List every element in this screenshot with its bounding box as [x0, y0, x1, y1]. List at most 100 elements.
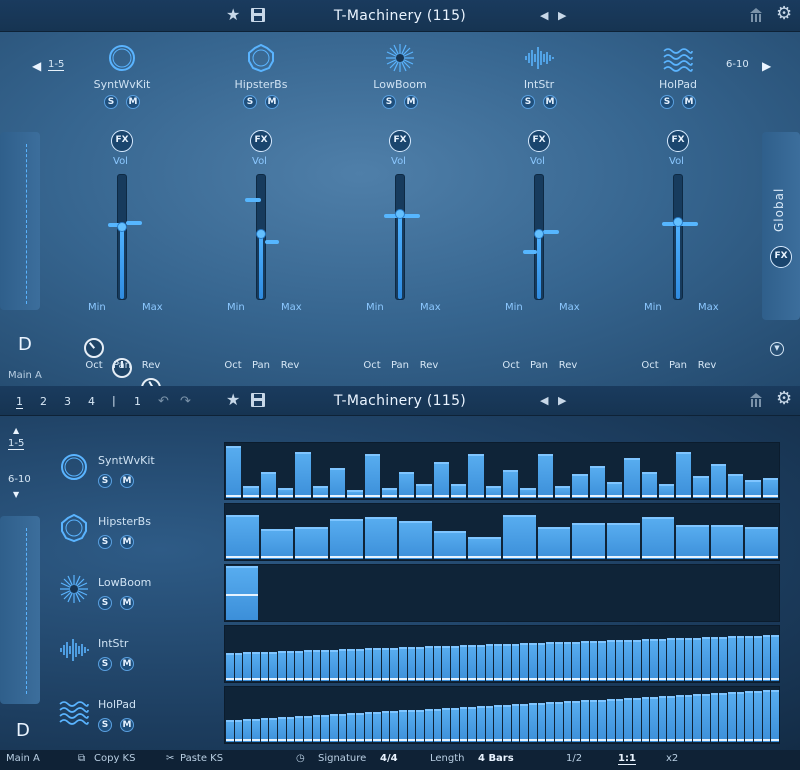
step-bar[interactable] [710, 637, 719, 681]
step-bar[interactable] [719, 693, 728, 742]
fader-marker[interactable] [543, 230, 559, 235]
step-bar[interactable] [676, 638, 684, 681]
step-bar[interactable] [485, 706, 494, 742]
step-bar[interactable] [606, 640, 615, 681]
step-bar[interactable] [528, 643, 537, 681]
page-down-label[interactable]: 6-10 [8, 474, 31, 485]
step-bar[interactable] [381, 488, 398, 498]
step-bar[interactable] [762, 478, 778, 498]
step-bar[interactable] [260, 472, 276, 498]
step-bar[interactable] [468, 645, 477, 681]
step-bar[interactable] [728, 692, 736, 742]
step-bar[interactable] [667, 696, 676, 742]
step-bar[interactable] [243, 486, 259, 498]
step-bar[interactable] [355, 649, 364, 681]
step-bar[interactable] [503, 644, 511, 681]
step-bar[interactable] [641, 517, 675, 559]
step-bar[interactable] [702, 637, 710, 681]
step-bar[interactable] [416, 647, 425, 681]
step-lane[interactable] [224, 503, 780, 561]
step-bar[interactable] [442, 646, 451, 681]
step-bar[interactable] [702, 694, 710, 742]
step-bar[interactable] [399, 647, 407, 681]
track-mute-button[interactable]: M [120, 535, 134, 549]
step-bar[interactable] [347, 649, 355, 681]
step-bar[interactable] [338, 649, 347, 681]
step-bar[interactable] [693, 476, 709, 498]
step-bar[interactable] [416, 710, 425, 742]
step-bar[interactable] [745, 480, 761, 498]
step-bar[interactable] [373, 712, 381, 742]
step-bar[interactable] [563, 642, 572, 681]
step-bar[interactable] [719, 637, 728, 681]
step-bar[interactable] [468, 537, 501, 559]
solo-button[interactable]: S [104, 95, 118, 109]
step-bar[interactable] [364, 454, 380, 498]
step-bar[interactable] [754, 691, 762, 742]
mute-button[interactable]: M [126, 95, 140, 109]
library-icon[interactable] [748, 6, 764, 27]
step-bar[interactable] [251, 719, 260, 742]
step-lane[interactable] [224, 442, 780, 500]
fader-knob[interactable] [673, 216, 683, 227]
step-bar[interactable] [226, 566, 258, 620]
step-bar[interactable] [226, 446, 242, 498]
step-bar[interactable] [407, 710, 416, 742]
page-right-arrow[interactable]: ▶ [762, 59, 771, 73]
next-preset-arrow-2[interactable]: ▶ [558, 394, 566, 407]
step-bar[interactable] [477, 645, 485, 681]
fx-button[interactable]: FX [389, 130, 411, 152]
step-bar[interactable] [624, 458, 640, 498]
step-bar[interactable] [658, 484, 675, 498]
step-bar[interactable] [606, 482, 623, 498]
mute-button[interactable]: M [265, 95, 279, 109]
step-bar[interactable] [451, 708, 459, 742]
global-fx-button[interactable]: FX [770, 246, 792, 268]
step-bar[interactable] [641, 697, 650, 742]
step-bar[interactable] [572, 523, 605, 559]
step-bar[interactable] [226, 515, 259, 559]
step-bar[interactable] [277, 488, 294, 498]
step-bar[interactable] [373, 648, 381, 681]
step-bar[interactable] [771, 690, 779, 742]
step-lane[interactable] [224, 686, 780, 744]
step-bar[interactable] [754, 636, 762, 681]
step-bar[interactable] [295, 452, 311, 498]
step-bar[interactable] [295, 716, 303, 742]
fx-button[interactable]: FX [528, 130, 550, 152]
step-bar[interactable] [364, 712, 373, 742]
step-bar[interactable] [728, 474, 744, 498]
step-bar[interactable] [693, 694, 702, 742]
solo-button[interactable]: S [382, 95, 396, 109]
signature-value[interactable]: 4/4 [380, 753, 398, 764]
step-bar[interactable] [277, 717, 286, 742]
track-solo-button[interactable]: S [98, 535, 112, 549]
step-bar[interactable] [589, 700, 598, 742]
page-up-label[interactable]: 1-5 [8, 438, 25, 450]
step-bar[interactable] [537, 703, 546, 742]
step-bar[interactable] [745, 691, 754, 742]
expand-down-icon[interactable]: ▼ [770, 342, 784, 356]
step-bar[interactable] [399, 472, 415, 498]
track-solo-button[interactable]: S [98, 596, 112, 610]
next-preset-arrow[interactable]: ▶ [558, 9, 566, 22]
step-bar[interactable] [554, 486, 571, 498]
step-bar[interactable] [433, 709, 442, 742]
step-bar[interactable] [641, 639, 650, 681]
step-bar[interactable] [390, 648, 399, 681]
mute-button[interactable]: M [543, 95, 557, 109]
copy-ks-button[interactable]: Copy KS [94, 753, 135, 764]
step-bar[interactable] [364, 648, 373, 681]
gear-icon[interactable]: ⚙ [776, 5, 792, 23]
step-bar[interactable] [736, 692, 745, 742]
page-down-arrow[interactable]: ▼ [13, 490, 19, 499]
step-bar[interactable] [554, 642, 563, 681]
length-value[interactable]: 4 Bars [478, 753, 514, 764]
step-bar[interactable] [321, 715, 329, 742]
step-bar[interactable] [226, 720, 234, 742]
step-bar[interactable] [511, 644, 520, 681]
step-bar[interactable] [312, 486, 328, 498]
step-bar[interactable] [537, 454, 553, 498]
step-bar[interactable] [468, 454, 484, 498]
step-bar[interactable] [503, 470, 519, 498]
